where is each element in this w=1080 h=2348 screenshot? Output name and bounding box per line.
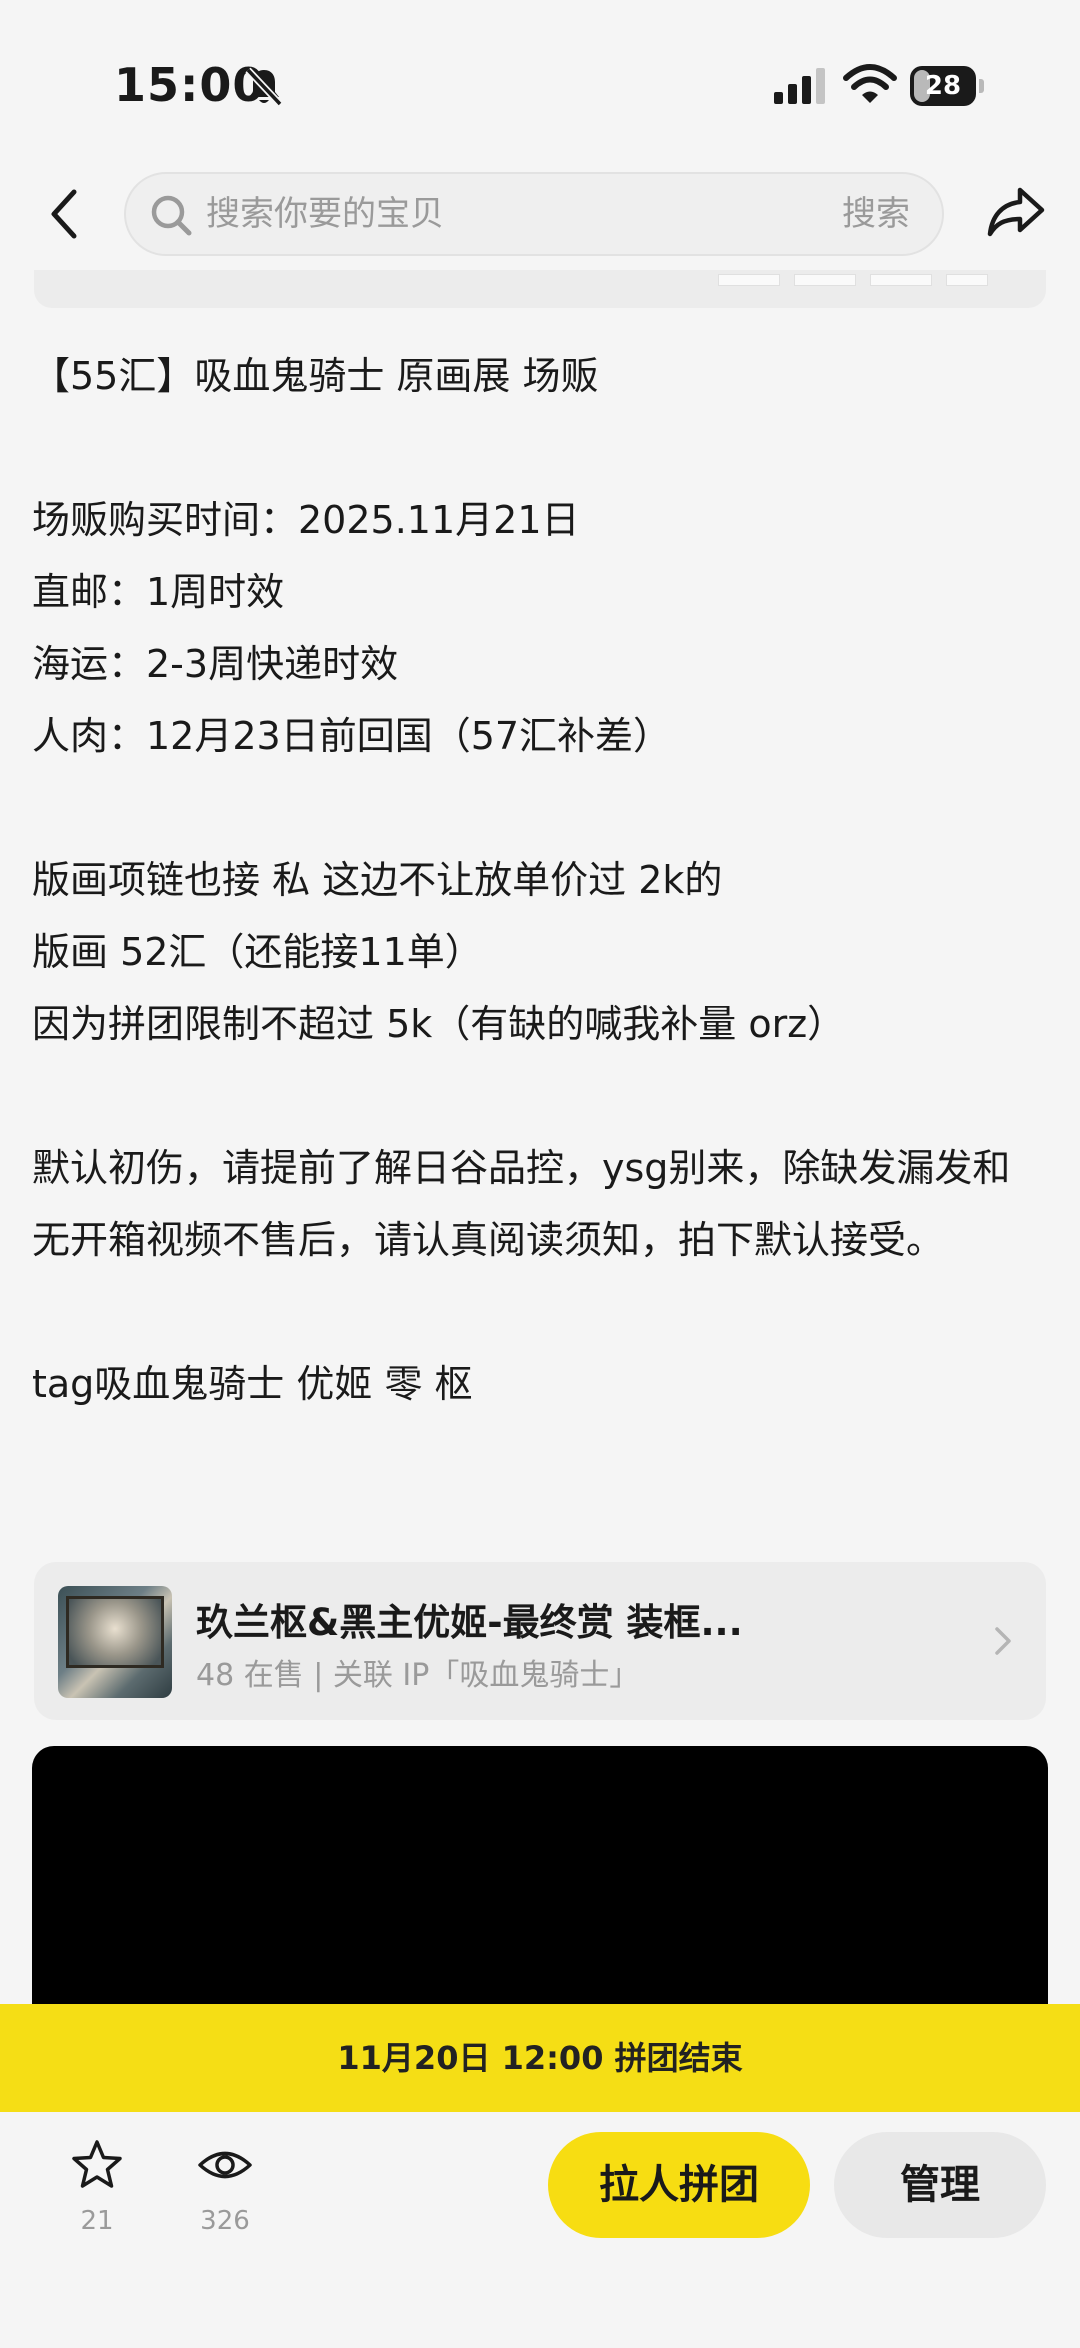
video-player[interactable] xyxy=(32,1746,1048,2006)
views-indicator: 326 xyxy=(180,2138,270,2236)
tags-line: tag吸血鬼骑士 优姬 零 枢 xyxy=(32,1362,473,1406)
direct-mail-info: 直邮：1周时效 xyxy=(32,570,285,614)
listing-description: 【55汇】吸血鬼骑士 原画展 场贩 场贩购买时间：2025.11月21日 直邮：… xyxy=(32,340,1042,1420)
bottom-action-bar: 21 326 拉人拼团 管理 xyxy=(0,2112,1080,2348)
product-thumbnail xyxy=(58,1586,172,1698)
share-icon[interactable] xyxy=(986,184,1046,240)
hand-carry-info: 人肉：12月23日前回国（57汇补差） xyxy=(32,714,672,758)
image-gallery-strip[interactable] xyxy=(34,270,1046,308)
note-line: 因为拼团限制不超过 5k（有缺的喊我补量 orz） xyxy=(32,1002,846,1046)
nav-bar: 搜索你要的宝贝 搜索 xyxy=(0,160,1080,270)
star-icon xyxy=(72,2140,122,2188)
status-bar: 15:00 28 xyxy=(0,0,1080,170)
battery-icon: 28 xyxy=(910,66,986,106)
wifi-icon xyxy=(843,64,897,103)
listing-title: 【55汇】吸血鬼骑士 原画展 场贩 xyxy=(32,354,599,398)
search-input[interactable]: 搜索你要的宝贝 搜索 xyxy=(124,172,944,256)
search-icon xyxy=(151,195,192,236)
product-title: 玖兰枢&黑主优姬-最终赏 装框... xyxy=(196,1601,743,1644)
sea-freight-info: 海运：2-3周快递时效 xyxy=(32,642,399,686)
chevron-right-icon xyxy=(995,1627,1011,1655)
battery-percentage: 28 xyxy=(924,71,962,101)
status-time: 15:00 xyxy=(114,58,266,112)
views-count: 326 xyxy=(200,2206,250,2236)
search-button[interactable]: 搜索 xyxy=(842,174,910,254)
group-deadline-banner: 11月20日 12:00 拼团结束 xyxy=(0,2004,1080,2112)
gallery-thumbnail[interactable] xyxy=(718,274,780,286)
linked-product-card[interactable]: 玖兰枢&黑主优姬-最终赏 装框... 48 在售 | 关联 IP「吸血鬼骑士」 xyxy=(34,1562,1046,1720)
purchase-time: 场贩购买时间：2025.11月21日 xyxy=(32,498,580,542)
terms-text: 默认初伤，请提前了解日谷品控，ysg别来，除缺发漏发和无开箱视频不售后，请认真阅… xyxy=(32,1146,1011,1262)
gallery-thumbnail[interactable] xyxy=(870,274,932,286)
invite-group-buy-button[interactable]: 拉人拼团 xyxy=(548,2132,810,2238)
note-line: 版画项链也接 私 这边不让放单价过 2k的 xyxy=(32,858,723,902)
cellular-signal-icon xyxy=(774,68,825,104)
favorite-button[interactable]: 21 xyxy=(52,2138,142,2236)
gallery-thumbnail[interactable] xyxy=(946,274,988,286)
bell-off-icon xyxy=(245,67,283,107)
back-icon[interactable] xyxy=(44,186,84,242)
product-subtitle: 48 在售 | 关联 IP「吸血鬼骑士」 xyxy=(196,1658,640,1693)
eye-icon xyxy=(198,2151,252,2179)
note-line: 版画 52汇（还能接11单） xyxy=(32,930,483,974)
gallery-thumbnail[interactable] xyxy=(794,274,856,286)
favorites-count: 21 xyxy=(80,2206,114,2236)
search-placeholder: 搜索你要的宝贝 xyxy=(206,194,444,234)
manage-button[interactable]: 管理 xyxy=(834,2132,1046,2238)
